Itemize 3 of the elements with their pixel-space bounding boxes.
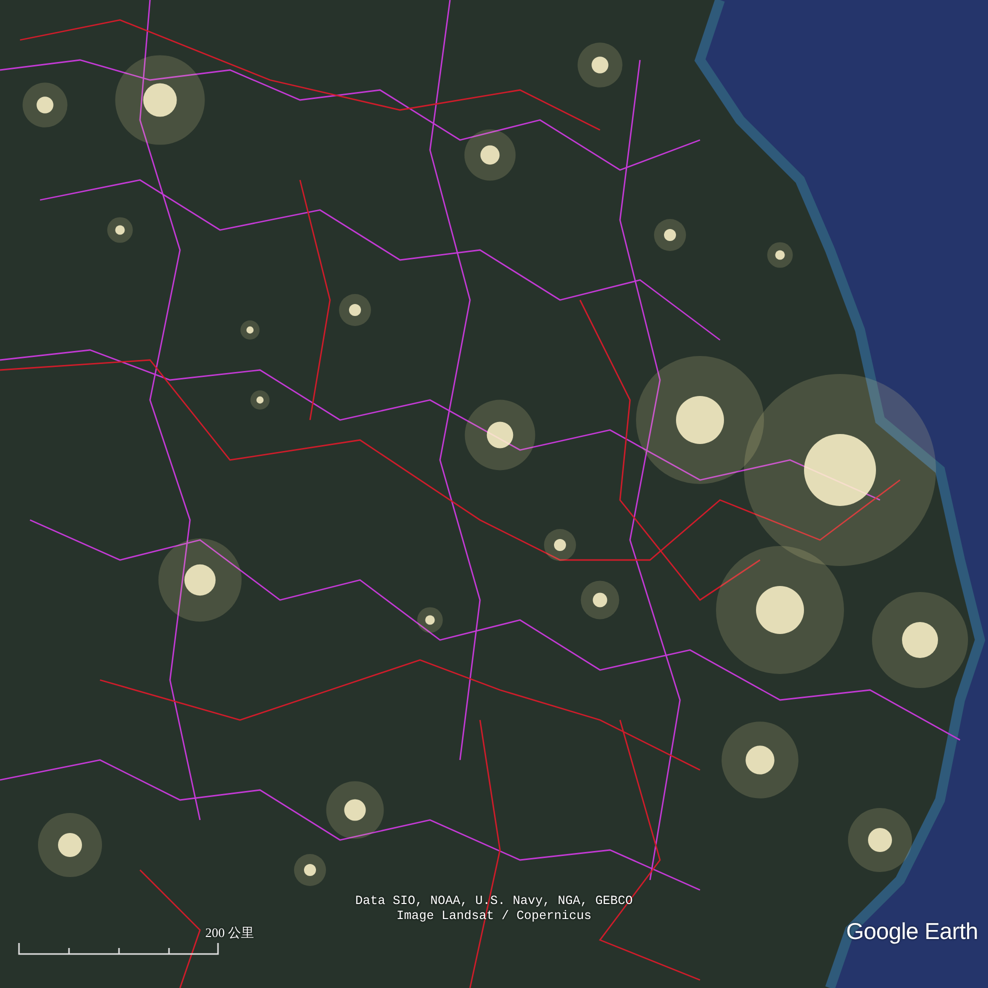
google-earth-logo: Google Earth xyxy=(846,918,978,945)
scale-bar-icon xyxy=(18,942,220,956)
scale-label: 200 公里 xyxy=(205,924,254,942)
